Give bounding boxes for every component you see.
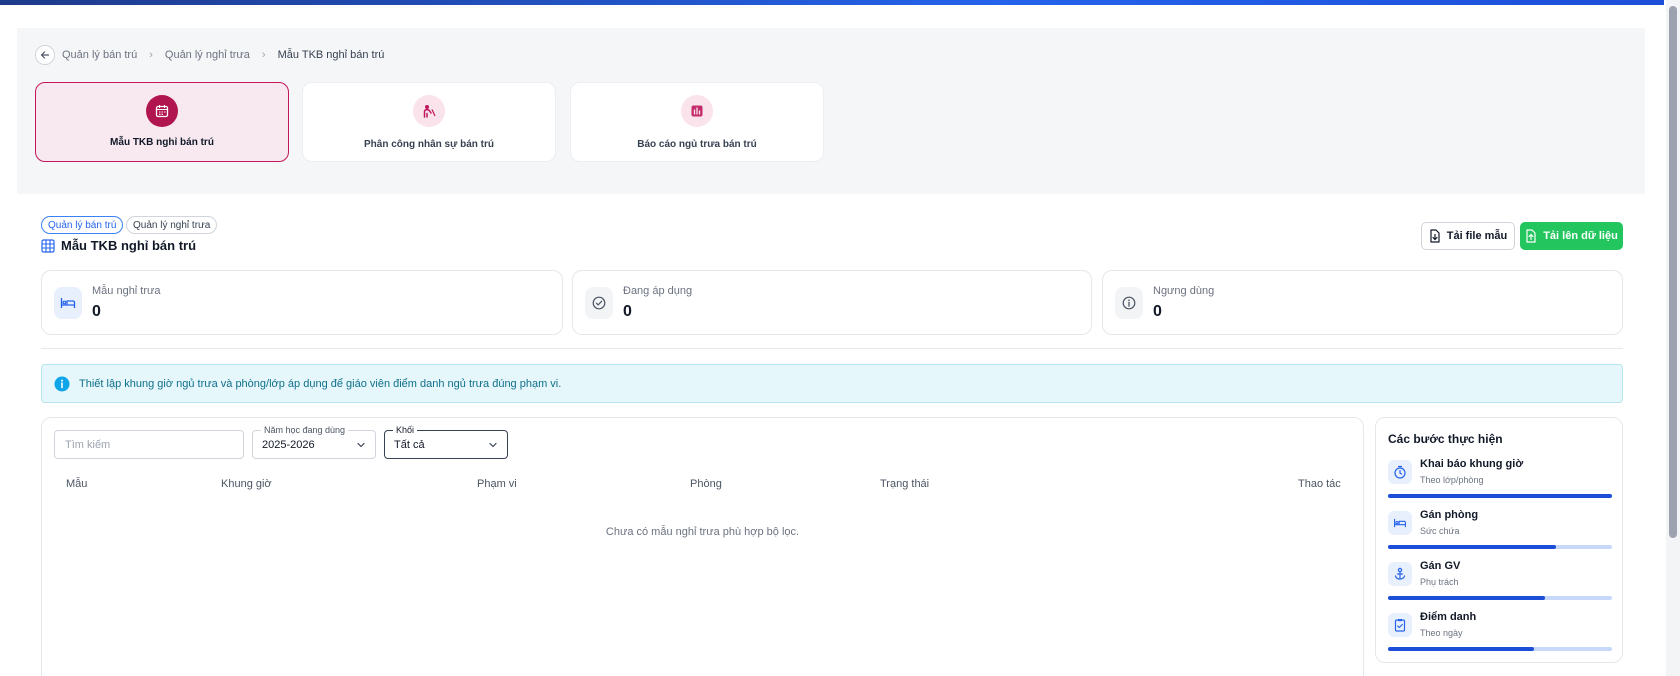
steps-panel: Các bước thực hiện Khai báo khung giờ Th…	[1375, 417, 1623, 663]
stat-card-active: Đang áp dụng 0	[572, 270, 1092, 335]
page-title-text: Mẫu TKB nghỉ bán trú	[61, 238, 197, 253]
stat-value: 0	[623, 303, 632, 320]
check-circle-icon	[585, 287, 613, 319]
stat-card-nap-templates: Mẫu nghỉ trưa 0	[41, 270, 563, 335]
column-header-time-slot[interactable]: Khung giờ	[221, 478, 272, 490]
info-icon	[54, 376, 70, 391]
report-icon	[681, 95, 713, 127]
school-year-label: Năm học đang dùng	[261, 425, 349, 435]
bed-icon	[54, 287, 82, 319]
step-name: Gán GV	[1420, 560, 1461, 572]
page-title: Mẫu TKB nghỉ bán trú	[41, 238, 196, 253]
scrollbar-thumb[interactable]	[1669, 6, 1677, 538]
module-panel: Quản lý bán trú › Quản lý nghỉ trưa › Mẫ…	[17, 28, 1645, 194]
upload-data-label: Tải lên dữ liệu	[1543, 230, 1618, 242]
download-template-button[interactable]: Tải file mẫu	[1421, 222, 1515, 250]
stat-value: 0	[92, 303, 101, 320]
breadcrumb-separator: ›	[149, 49, 153, 61]
grade-label: Khối	[393, 425, 418, 435]
step-subtitle: Phụ trách	[1420, 577, 1459, 587]
step-item: Gán GV Phụ trách	[1388, 560, 1612, 608]
step-subtitle: Sức chứa	[1420, 526, 1460, 536]
step-name: Điểm danh	[1420, 611, 1477, 623]
step-progress	[1388, 596, 1612, 600]
step-progress	[1388, 545, 1612, 549]
column-header-template[interactable]: Mẫu	[66, 478, 87, 490]
timer-icon	[1388, 460, 1412, 484]
back-button[interactable]	[35, 45, 55, 65]
grade-select[interactable]: Khối Tất cả	[384, 425, 508, 459]
anchor-icon	[1388, 562, 1412, 586]
search-input[interactable]: Tìm kiếm	[54, 430, 244, 459]
chevron-down-icon	[357, 442, 365, 448]
table-grid-icon	[41, 238, 55, 253]
table-empty-message: Chưa có mẫu nghỉ trưa phù hợp bộ lọc.	[605, 526, 800, 538]
steps-title: Các bước thực hiện	[1388, 432, 1503, 446]
breadcrumb-separator: ›	[261, 49, 266, 61]
column-header-scope[interactable]: Phạm vi	[477, 478, 517, 490]
step-item: Điểm danh Theo ngày	[1388, 611, 1612, 659]
module-card-nap-report[interactable]: Báo cáo ngủ trưa bán trú	[570, 82, 824, 162]
grade-value: Tất cả	[394, 438, 425, 451]
teacher-icon	[413, 95, 445, 127]
stat-value: 0	[1153, 303, 1162, 320]
module-label: Phân công nhân sự bán trú	[363, 139, 495, 150]
tag-nap-management[interactable]: Quản lý nghỉ trưa	[126, 216, 218, 234]
breadcrumb-item-1[interactable]: Quản lý bán trú	[62, 49, 137, 61]
bed-icon	[1388, 511, 1412, 535]
scrollbar[interactable]	[1666, 0, 1680, 676]
step-progress-fill	[1388, 494, 1612, 498]
info-banner: Thiết lập khung giờ ngủ trưa và phòng/lớ…	[41, 364, 1623, 403]
step-item: Gán phòng Sức chứa	[1388, 509, 1612, 557]
arrow-left-icon	[40, 51, 50, 59]
module-card-schedule-template[interactable]: Mẫu TKB nghỉ bán trú	[35, 82, 289, 162]
step-item: Khai báo khung giờ Theo lớp/phòng	[1388, 458, 1612, 506]
info-banner-text: Thiết lập khung giờ ngủ trưa và phòng/lớ…	[79, 377, 562, 390]
step-progress-fill	[1388, 545, 1556, 549]
step-progress	[1388, 647, 1612, 651]
step-subtitle: Theo lớp/phòng	[1420, 475, 1484, 485]
info-circle-icon	[1115, 287, 1143, 319]
template-list-panel: Tìm kiếm Năm học đang dùng 2025-2026 Khố…	[41, 417, 1364, 676]
clipboard-check-icon	[1388, 613, 1412, 637]
section-divider	[41, 348, 1623, 349]
upload-data-button[interactable]: Tải lên dữ liệu	[1520, 222, 1623, 250]
step-progress-fill	[1388, 596, 1545, 600]
school-year-select[interactable]: Năm học đang dùng 2025-2026	[252, 425, 376, 459]
stat-label: Ngưng dùng	[1153, 285, 1215, 297]
file-upload-icon	[1526, 229, 1536, 243]
step-progress-fill	[1388, 647, 1534, 651]
stat-label: Mẫu nghỉ trưa	[92, 285, 161, 297]
chevron-down-icon	[489, 442, 497, 448]
top-accent-bar	[0, 0, 1664, 5]
column-header-status[interactable]: Trạng thái	[880, 478, 929, 490]
stat-label: Đang áp dụng	[623, 285, 693, 297]
module-label: Mẫu TKB nghỉ bán trú	[110, 137, 214, 148]
download-template-label: Tải file mẫu	[1446, 230, 1508, 242]
breadcrumb: Quản lý bán trú › Quản lý nghỉ trưa › Mẫ…	[35, 45, 384, 65]
school-year-value: 2025-2026	[262, 438, 315, 451]
step-subtitle: Theo ngày	[1420, 628, 1463, 638]
step-name: Gán phòng	[1420, 509, 1479, 521]
stat-card-inactive: Ngưng dùng 0	[1102, 270, 1623, 335]
column-header-room[interactable]: Phòng	[690, 478, 722, 490]
step-name: Khai báo khung giờ	[1420, 458, 1524, 470]
step-progress	[1388, 494, 1612, 498]
module-label: Báo cáo ngủ trưa bán trú	[637, 139, 757, 150]
module-card-staff-assignment[interactable]: Phân công nhân sự bán trú	[302, 82, 556, 162]
calendar-icon	[146, 95, 178, 127]
breadcrumb-item-2[interactable]: Quản lý nghỉ trưa	[165, 49, 250, 61]
tag-boarding-management[interactable]: Quản lý bán trú	[41, 216, 124, 234]
breadcrumb-item-current: Mẫu TKB nghỉ bán trú	[277, 49, 385, 61]
column-header-actions[interactable]: Thao tác	[1298, 478, 1341, 490]
file-download-icon	[1430, 229, 1440, 243]
